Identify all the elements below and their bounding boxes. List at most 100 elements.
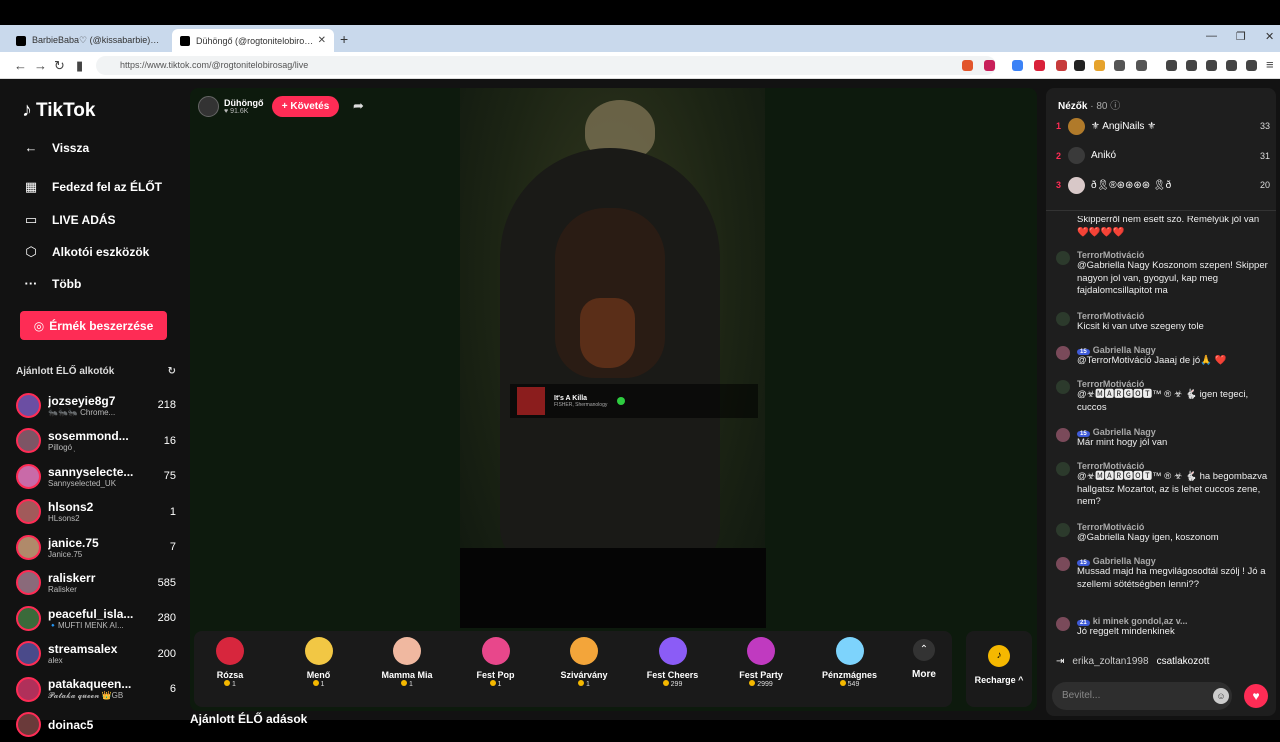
avatar[interactable]: [16, 605, 41, 631]
chat-username[interactable]: 15 Gabriella Nagy: [1077, 345, 1268, 355]
host-name[interactable]: Dühöngő: [224, 98, 264, 108]
chat-username[interactable]: 15 Gabriella Nagy: [1077, 427, 1268, 437]
refresh-icon[interactable]: ↻: [168, 366, 176, 377]
recharge-button[interactable]: ♪ Recharge ^: [966, 631, 1032, 707]
info-icon[interactable]: ⓘ: [1110, 101, 1120, 112]
creator-item[interactable]: hlsons2 HLsons2 1: [16, 495, 176, 529]
chat-username[interactable]: TerrorMotiváció: [1077, 522, 1268, 532]
puzzle-icon[interactable]: [1114, 60, 1125, 71]
creator-item[interactable]: raliskerr Ralisker 585: [16, 566, 176, 600]
extension-icon[interactable]: [1034, 60, 1045, 71]
avatar[interactable]: [1056, 557, 1070, 571]
chat-username[interactable]: TerrorMotiváció: [1077, 379, 1268, 389]
avatar[interactable]: [1056, 462, 1070, 476]
minimize-icon[interactable]: —: [1206, 30, 1217, 42]
sidebar-item-live[interactable]: ▭ LIVE ADÁS: [22, 212, 116, 228]
chat-input[interactable]: Bevitel...: [1052, 682, 1232, 710]
avatar[interactable]: [16, 499, 41, 524]
gift-item[interactable]: Fest Cheers 299: [633, 637, 713, 688]
bookmark-icon[interactable]: ▮: [76, 58, 83, 74]
top-viewer-row[interactable]: 1 ⚜ AngiNails ⚜ 33: [1056, 115, 1270, 137]
host-info[interactable]: Dühöngő ♥ 91.6K: [198, 96, 264, 117]
translate-icon[interactable]: [1012, 60, 1023, 71]
top-viewer-row[interactable]: 2 Anikó 31: [1056, 145, 1270, 167]
avatar[interactable]: [1068, 176, 1085, 194]
forward-icon[interactable]: →: [34, 58, 47, 73]
music-icon[interactable]: [1166, 60, 1177, 71]
avatar[interactable]: [1056, 346, 1070, 360]
wallet-icon[interactable]: [1206, 60, 1217, 71]
avatar[interactable]: [1068, 117, 1085, 135]
close-window-icon[interactable]: ✕: [1265, 30, 1274, 43]
reload-icon[interactable]: ↻: [54, 58, 65, 74]
get-coins-button[interactable]: ◎ Érmék beszerzése: [20, 311, 167, 340]
gift-item[interactable]: Menő 1: [279, 637, 359, 688]
sidebar-item-creator-tools[interactable]: ⬡ Alkotói eszközök: [22, 244, 149, 260]
menu-icon[interactable]: ≡: [1266, 57, 1274, 72]
creator-item[interactable]: sosemmond... Pillogó ᷂ 16: [16, 424, 176, 458]
gift-item[interactable]: Pénzmágnes 549: [810, 637, 890, 688]
back-link[interactable]: ← Vissza: [22, 140, 90, 155]
avatar[interactable]: [1056, 523, 1070, 537]
gift-item[interactable]: Fest Party 2999: [721, 637, 801, 688]
avatar[interactable]: [16, 676, 41, 702]
download-icon[interactable]: [1226, 60, 1237, 71]
emoji-icon[interactable]: ☺: [1213, 688, 1229, 704]
creator-item[interactable]: doinac5: [16, 708, 176, 742]
chat-username[interactable]: 15 Gabriella Nagy: [1077, 556, 1268, 566]
chat-username[interactable]: TerrorMotiváció: [1077, 311, 1268, 321]
sidebar-item-more[interactable]: ··· Több: [22, 276, 82, 291]
creator-item[interactable]: peaceful_isla... 🔹MUFTI MENK AI... 280: [16, 601, 176, 635]
avatar[interactable]: [16, 570, 41, 595]
extension-icon[interactable]: [1094, 60, 1105, 71]
sidebar-item-explore-live[interactable]: ▦ Fedezd fel az ÉLŐT: [22, 179, 162, 195]
chat-username[interactable]: TerrorMotiváció: [1077, 250, 1268, 260]
gift-item[interactable]: Fest Pop 1: [456, 637, 536, 688]
new-tab-button[interactable]: +: [340, 31, 348, 47]
avatar[interactable]: [16, 463, 41, 489]
back-icon[interactable]: ←: [14, 58, 27, 73]
avatar[interactable]: [16, 534, 41, 560]
avatar[interactable]: [16, 428, 41, 453]
top-viewer-row[interactable]: 3 ð🎗®⊛⊛⊛⊛ 🎗ð 20: [1056, 174, 1270, 196]
chat-username[interactable]: TerrorMotiváció: [1077, 461, 1268, 471]
extension-icon[interactable]: [1074, 60, 1085, 71]
gift-item[interactable]: Rózsa 1: [190, 637, 270, 688]
more-gifts-button[interactable]: ⌃ More: [912, 639, 936, 680]
avatar[interactable]: [16, 392, 41, 418]
avatar[interactable]: [1056, 617, 1070, 631]
vpn-icon[interactable]: [1246, 60, 1257, 71]
close-tab-icon[interactable]: ✕: [318, 35, 326, 46]
creator-item[interactable]: jozseyie8g7 🐜🐜🐜 Chrome... 218: [16, 388, 176, 422]
sidebar-icon[interactable]: [1186, 60, 1197, 71]
gift-item[interactable]: Mamma Mia 1: [367, 637, 447, 688]
tiktok-logo[interactable]: ♪ TikTok: [22, 99, 95, 122]
creator-item[interactable]: sannyselecte... Sannyselected_UK 75: [16, 459, 176, 493]
url-input[interactable]: https://www.tiktok.com/@rogtonitelobiros…: [96, 56, 996, 75]
avatar[interactable]: [16, 712, 41, 737]
avatar[interactable]: [198, 96, 219, 117]
extension-icon[interactable]: [1136, 60, 1147, 71]
avatar[interactable]: [1056, 380, 1070, 394]
browser-tab-2[interactable]: Dühöngő (@rogtonitelobirosag) ✕: [172, 29, 334, 52]
share-icon[interactable]: ➦: [353, 98, 364, 114]
avatar[interactable]: [1056, 312, 1070, 326]
hls-icon[interactable]: [1056, 60, 1067, 71]
creator-item[interactable]: janice.75 Janice.75 7: [16, 530, 176, 564]
avatar[interactable]: [1056, 428, 1070, 442]
browser-tab-1[interactable]: BarbieBaba♡ (@kissabarbie) ÉLŐ adá: [8, 29, 168, 52]
brave-shield-icon[interactable]: [962, 60, 973, 71]
viewers-header[interactable]: Nézők · 80 ⓘ: [1058, 97, 1120, 112]
gift-item[interactable]: Szivárvány 1: [544, 637, 624, 688]
creator-item[interactable]: patakaqueen... 𝓟𝓪𝓽𝓪𝓴𝓪 𝓺𝓾𝓮𝓮𝓷 👑GB 6: [16, 672, 176, 706]
follow-button[interactable]: + Követés: [272, 96, 339, 117]
heart-icon[interactable]: ♥: [1244, 684, 1268, 708]
rewards-icon[interactable]: [984, 60, 995, 71]
avatar[interactable]: [1068, 147, 1085, 164]
avatar[interactable]: [16, 641, 41, 666]
maximize-icon[interactable]: ❐: [1236, 30, 1246, 43]
creator-item[interactable]: streamsalex alex 200: [16, 637, 176, 671]
live-video[interactable]: It's A Killa FISHER, Shermanology Dühöng…: [190, 88, 1037, 711]
chat-username[interactable]: 21 ki minek gondol,az v...: [1077, 616, 1268, 626]
avatar[interactable]: [1056, 251, 1070, 265]
